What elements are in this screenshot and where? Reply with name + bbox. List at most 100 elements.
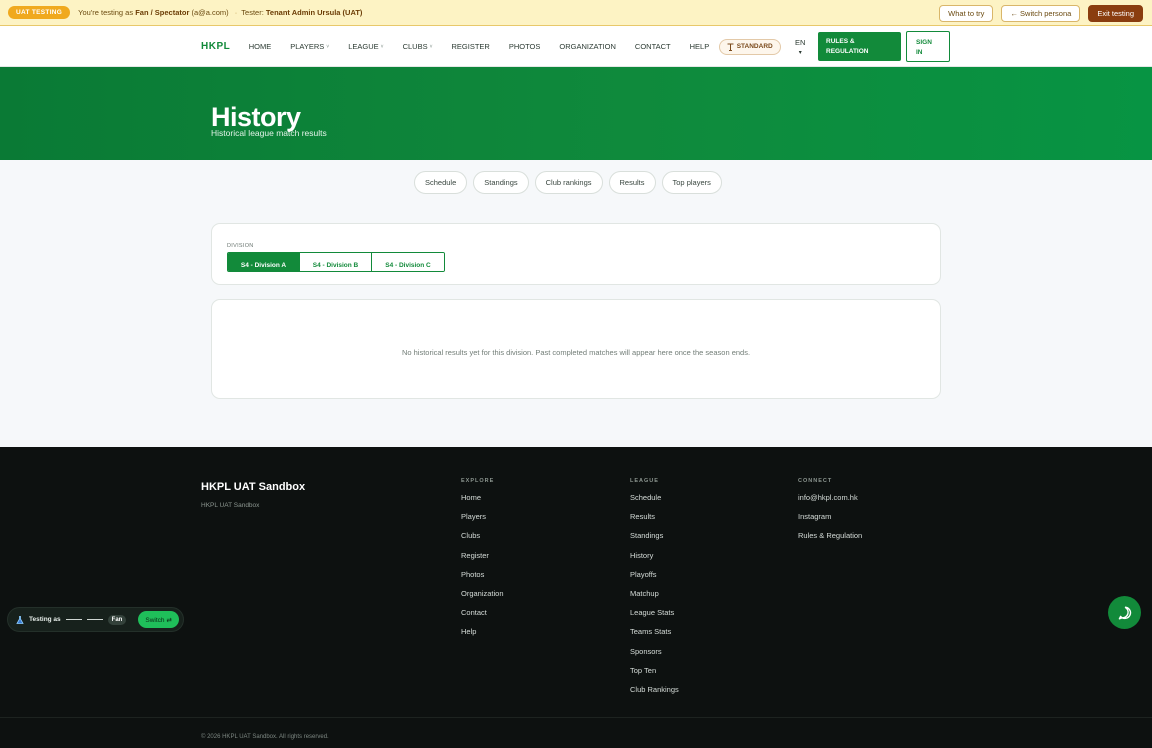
rules-label-line1: RULES & [826,38,855,45]
footer-link[interactable]: History [630,551,679,570]
nav-organization[interactable]: ORGANIZATION [559,42,616,51]
empty-state-message: No historical results yet for this divis… [401,348,751,357]
footer-link[interactable]: Results [630,512,679,531]
footer-explore-heading: EXPLORE [461,478,495,484]
uat-testing-bar: UAT TESTING You're testing as Fan / Spec… [0,0,1152,26]
footer-tagline: HKPL UAT Sandbox [201,502,260,509]
footer-link[interactable]: Contact [461,608,504,627]
nav-register-label: REGISTER [451,42,490,51]
what-to-try-button[interactable]: What to try [939,5,994,22]
nav-help[interactable]: HELP [690,42,710,51]
division-selector: S4 - Division A S4 - Division B S4 - Div… [227,252,445,272]
uat-persona-text: You're testing as Fan / Spectator (a@a.c… [78,8,362,17]
persona-switch-label: Switch [145,617,165,624]
main-nav: HKPL HOME PLAYERS ˅ LEAGUE ˅ CLUBS ˅ REGIST… [0,26,1152,67]
footer-link[interactable]: Photos [461,570,504,589]
footer-link[interactable]: Home [461,493,504,512]
division-option-a[interactable]: S4 - Division A [228,253,300,271]
uat-tester-name: Tenant Admin Ursula (UAT) [265,8,363,17]
uat-separator: · [234,8,238,17]
footer-link[interactable]: Playoffs [630,570,679,589]
rules-regulation-button[interactable]: RULES & REGULATION [818,32,901,61]
nav-photos-label: PHOTOS [508,42,541,51]
language-selector[interactable]: EN ▾ [795,38,805,58]
persona-avatar-placeholder [65,619,82,620]
persona-name-placeholder [86,619,103,620]
chevron-down-icon: ˅ [429,43,433,50]
page-hero: History Historical league match results [0,67,1152,160]
rules-label-line2: REGULATION [826,48,869,55]
footer-link[interactable]: Top Ten [630,666,679,685]
league-tabs: Schedule Standings Club rankings Results… [414,171,722,194]
nav-register[interactable]: REGISTER [452,42,490,51]
chevron-down-icon: ˅ [326,43,330,50]
nav-contact[interactable]: CONTACT [635,42,671,51]
text-size-label: STANDARD [736,43,773,50]
footer-link[interactable]: Organization [461,589,504,608]
footer-email-link[interactable]: info@hkpl.com.hk [798,493,862,512]
signin-label-line1: SIGN [916,39,932,46]
uat-persona-email: (a@a.com) [191,8,229,17]
nav-help-label: HELP [689,42,710,51]
footer-connect-column: CONNECT info@hkpl.com.hk Instagram Rules… [798,478,862,551]
nav-organization-label: ORGANIZATION [559,42,616,51]
footer-connect-heading: CONNECT [798,478,833,484]
footer-link[interactable]: Teams Stats [630,627,679,646]
nav-photos[interactable]: PHOTOS [509,42,541,51]
tab-club-rankings[interactable]: Club rankings [534,171,603,194]
nav-clubs[interactable]: CLUBS ˅ [403,42,433,51]
chevron-down-icon: ▾ [798,50,802,56]
footer-link[interactable]: Register [461,551,504,570]
footer-link[interactable]: Clubs [461,531,504,550]
uat-prefix: You're testing as [78,8,136,17]
nav-league-label: LEAGUE [348,42,379,51]
footer-link[interactable]: League Stats [630,608,679,627]
footer-league-heading: LEAGUE [630,478,659,484]
persona-switcher: Testing as Fan Switch ⇄ [7,607,184,632]
footer-link[interactable]: Matchup [630,589,679,608]
page-subtitle: Historical league match results [211,128,327,138]
sign-in-button[interactable]: SIGN IN [906,31,950,62]
tab-results[interactable]: Results [608,171,656,194]
brand-logo[interactable]: HKPL [201,41,230,52]
switch-persona-button[interactable]: ← Switch persona [1001,5,1081,22]
footer-link[interactable]: Players [461,512,504,531]
nav-league[interactable]: LEAGUE ˅ [348,42,383,51]
footer-instagram-link[interactable]: Instagram [798,512,862,531]
chat-button[interactable] [1108,596,1141,629]
footer-copyright: © 2026 HKPL UAT Sandbox. All rights rese… [201,734,329,740]
text-size-icon [727,43,734,51]
uat-persona: Fan / Spectator [135,8,190,17]
nav-players-label: PLAYERS [290,42,325,51]
persona-role-badge: Fan [107,614,127,625]
tab-top-players[interactable]: Top players [661,171,722,194]
footer-rules-link[interactable]: Rules & Regulation [798,531,862,550]
site-footer: HKPL UAT Sandbox HKPL UAT Sandbox EXPLOR… [0,447,1152,748]
swap-icon: ⇄ [166,617,172,624]
division-option-c[interactable]: S4 - Division C [372,253,444,271]
footer-league-column: LEAGUE Schedule Results Standings Histor… [630,478,679,704]
text-size-toggle[interactable]: STANDARD [718,38,781,55]
uat-tester-label: Tester: [241,8,266,17]
signin-label-line2: IN [916,49,923,56]
chat-bubble-icon [1118,606,1131,619]
footer-link[interactable]: Help [461,627,504,646]
footer-divider [0,717,1152,718]
exit-testing-button[interactable]: Exit testing [1088,5,1143,22]
nav-players[interactable]: PLAYERS ˅ [290,42,329,51]
nav-clubs-label: CLUBS [402,42,428,51]
tab-standings[interactable]: Standings [473,171,529,194]
division-label: DIVISION [227,243,254,249]
nav-home[interactable]: HOME [249,42,272,51]
persona-switch-button[interactable]: Switch ⇄ [138,611,179,628]
division-option-b[interactable]: S4 - Division B [300,253,372,271]
footer-link[interactable]: Sponsors [630,647,679,666]
results-card: No historical results yet for this divis… [211,299,941,399]
footer-link[interactable]: Standings [630,531,679,550]
tab-schedule[interactable]: Schedule [414,171,468,194]
footer-link[interactable]: Club Rankings [630,685,679,704]
footer-brand: HKPL UAT Sandbox [201,481,306,493]
footer-link[interactable]: Schedule [630,493,679,512]
nav-contact-label: CONTACT [634,42,671,51]
flask-icon [16,615,24,624]
